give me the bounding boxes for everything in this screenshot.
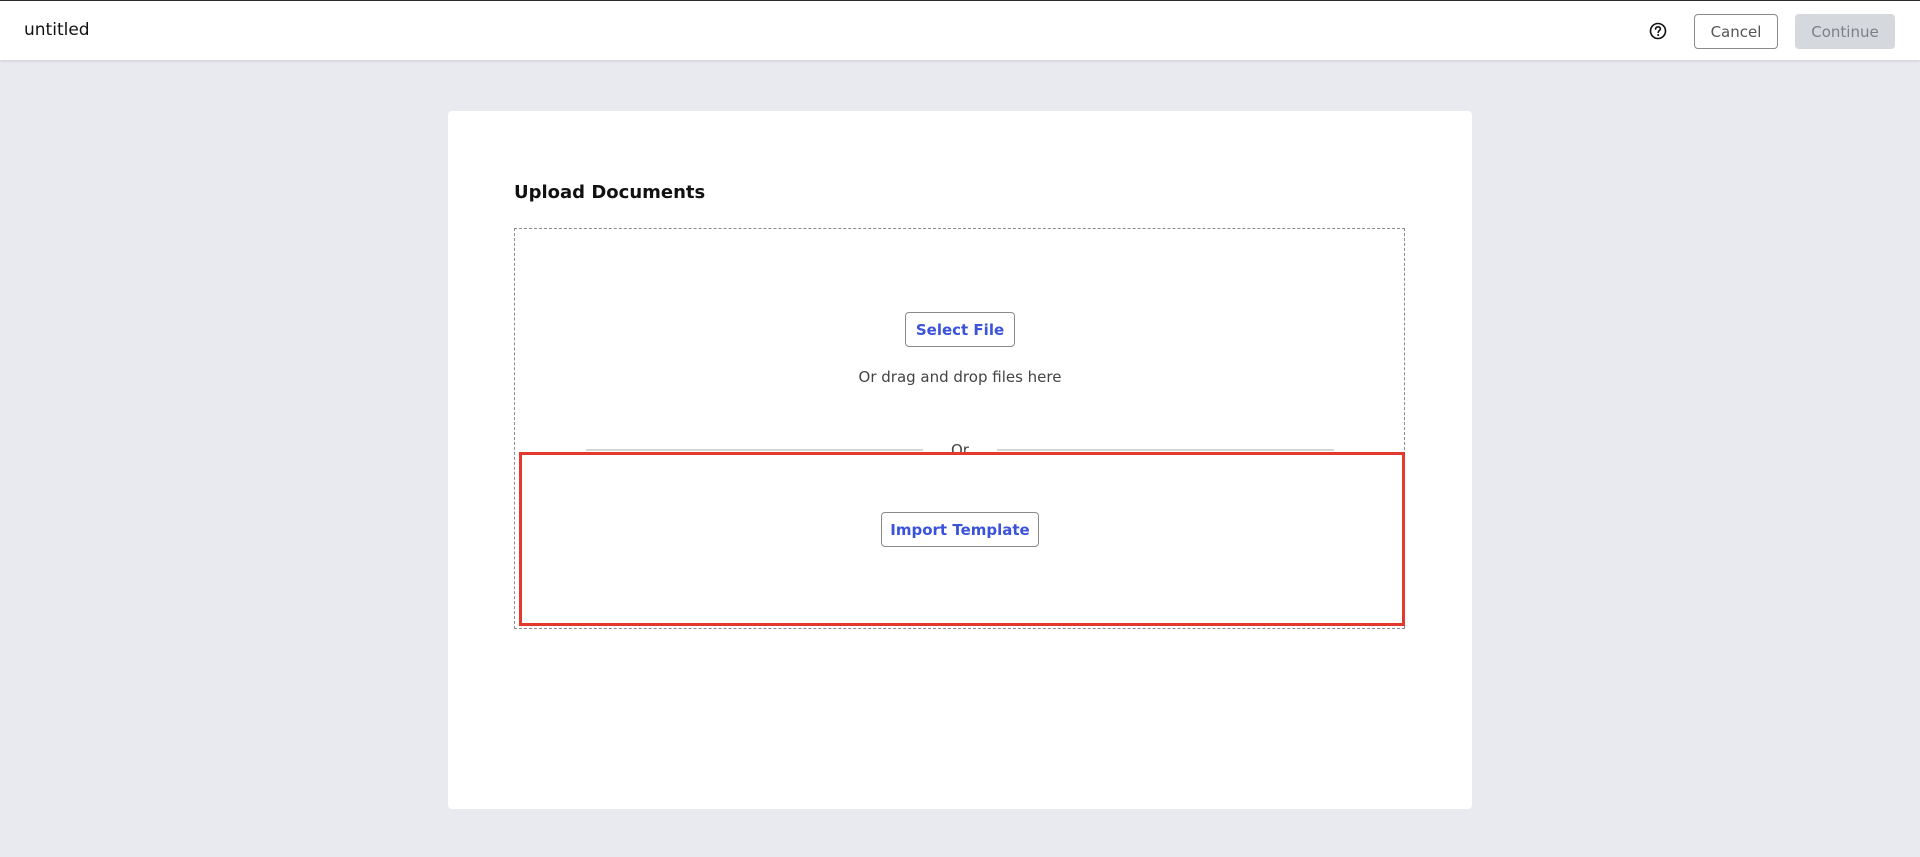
select-file-button[interactable]: Select File [905, 312, 1015, 347]
upload-card: Upload Documents [448, 111, 1472, 809]
top-bar: untitled Cancel Continue [0, 0, 1920, 60]
divider-left [586, 449, 923, 451]
or-separator: Or [951, 441, 969, 459]
help-icon[interactable] [1649, 22, 1667, 40]
document-title[interactable]: untitled [24, 20, 90, 40]
import-template-button[interactable]: Import Template [881, 512, 1039, 547]
drag-drop-hint: Or drag and drop files here [858, 368, 1062, 386]
file-dropzone[interactable] [514, 228, 1405, 629]
cancel-button[interactable]: Cancel [1694, 14, 1778, 49]
divider-right [997, 449, 1334, 451]
continue-button[interactable]: Continue [1795, 14, 1895, 49]
page-title: Upload Documents [514, 182, 706, 203]
